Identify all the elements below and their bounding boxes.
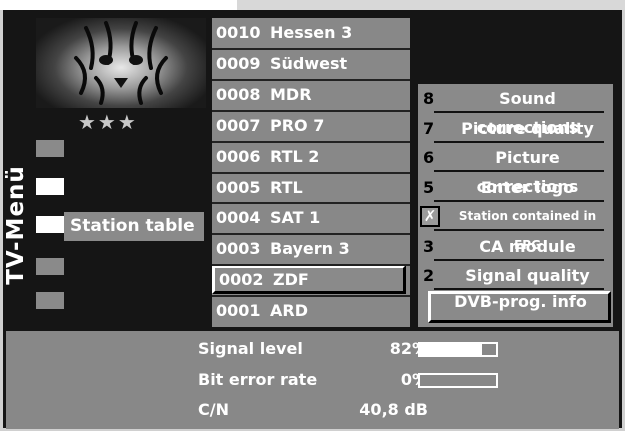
option-row[interactable]: 8 Sound corrections	[418, 84, 613, 137]
station-divider	[212, 264, 410, 267]
menu-item-2[interactable]	[36, 178, 64, 195]
option-key: 8	[423, 89, 435, 108]
option-key: 6	[423, 148, 435, 167]
station-row[interactable]: 0001 ARD	[212, 296, 410, 325]
station-divider	[212, 233, 410, 236]
preview-image	[36, 18, 206, 108]
station-row[interactable]: 0008 MDR	[212, 80, 410, 109]
cn-label: C/N	[198, 400, 229, 419]
menu-title: TV-Menü	[0, 140, 32, 310]
station-row[interactable]: 0002 ZDF	[212, 265, 406, 295]
menu-item-5[interactable]	[36, 292, 64, 309]
station-divider	[212, 202, 410, 205]
option-key: 7	[423, 118, 435, 138]
station-number: 0009	[216, 53, 261, 73]
bit-error-label: Bit error rate	[198, 370, 318, 389]
station-number: 0010	[216, 23, 261, 42]
option-row[interactable]: 5 Enter logo	[418, 173, 613, 202]
station-row[interactable]: 0007 PRO 7	[212, 111, 410, 140]
signal-level-value: 82%	[389, 339, 428, 358]
bit-error-bar	[418, 373, 498, 388]
option-label: Enter logo	[480, 177, 575, 197]
station-divider	[212, 47, 410, 50]
station-name: SAT 1	[270, 208, 321, 228]
rating-stars: ★★★	[78, 110, 138, 134]
station-row[interactable]: 0003 Bayern 3	[212, 234, 410, 263]
station-row[interactable]: 0006 RTL 2	[212, 142, 410, 171]
option-label: CA module	[479, 236, 576, 256]
station-row[interactable]: 0009 Südwest	[212, 49, 410, 78]
station-number: 0001	[216, 301, 261, 321]
station-name: Hessen 3	[270, 23, 353, 42]
station-number: 0002	[219, 270, 264, 290]
menu-item-station-table[interactable]	[36, 216, 64, 233]
station-row[interactable]: 0004 SAT 1	[212, 203, 410, 232]
station-name: RTL	[270, 177, 303, 197]
menu-item-4[interactable]	[36, 258, 64, 275]
station-name: PRO 7	[270, 115, 325, 135]
option-row[interactable]: 3 CA module	[418, 232, 613, 261]
station-divider	[212, 140, 410, 143]
option-label: Picture quality	[461, 118, 594, 138]
option-row[interactable]: 6 Picture corrections	[418, 143, 613, 196]
option-key: 3	[423, 236, 435, 256]
station-name: ARD	[270, 301, 308, 321]
station-table-label[interactable]: Station table	[64, 212, 204, 241]
station-name: Bayern 3	[270, 239, 350, 259]
station-name: Südwest	[270, 53, 348, 73]
option-row[interactable]: ✗ Station contained in EPG	[418, 202, 613, 252]
station-number: 0005	[216, 177, 261, 197]
menu-title-text: TV-Menü	[3, 165, 29, 285]
station-name: ZDF	[273, 270, 309, 290]
station-number: 0004	[216, 208, 261, 228]
station-row[interactable]: 0010 Hessen 3	[212, 18, 410, 47]
station-number: 0006	[216, 146, 261, 166]
station-divider	[212, 171, 410, 174]
station-number: 0003	[216, 239, 261, 259]
option-row[interactable]: 7 Picture quality	[418, 114, 613, 143]
menu-item-1[interactable]	[36, 140, 64, 157]
station-divider	[212, 295, 410, 298]
bit-error-value: 0%	[400, 370, 428, 389]
station-row[interactable]: 0005 RTL	[212, 173, 410, 202]
station-number: 0008	[216, 84, 261, 104]
signal-level-bar	[418, 342, 498, 357]
option-selection-frame	[428, 291, 611, 323]
station-name: RTL 2	[270, 146, 320, 166]
option-key: 5	[423, 177, 435, 197]
station-divider	[212, 78, 410, 81]
station-name: MDR	[270, 84, 312, 104]
status-panel: Signal level 82% Bit error rate 0% C/N 4…	[6, 331, 619, 429]
station-number: 0007	[216, 115, 261, 135]
signal-level-fill	[420, 344, 483, 355]
epg-checkbox-icon[interactable]: ✗	[420, 206, 440, 227]
station-divider	[212, 109, 410, 112]
cn-value: 40,8 dB	[359, 400, 428, 419]
signal-level-label: Signal level	[198, 339, 303, 358]
